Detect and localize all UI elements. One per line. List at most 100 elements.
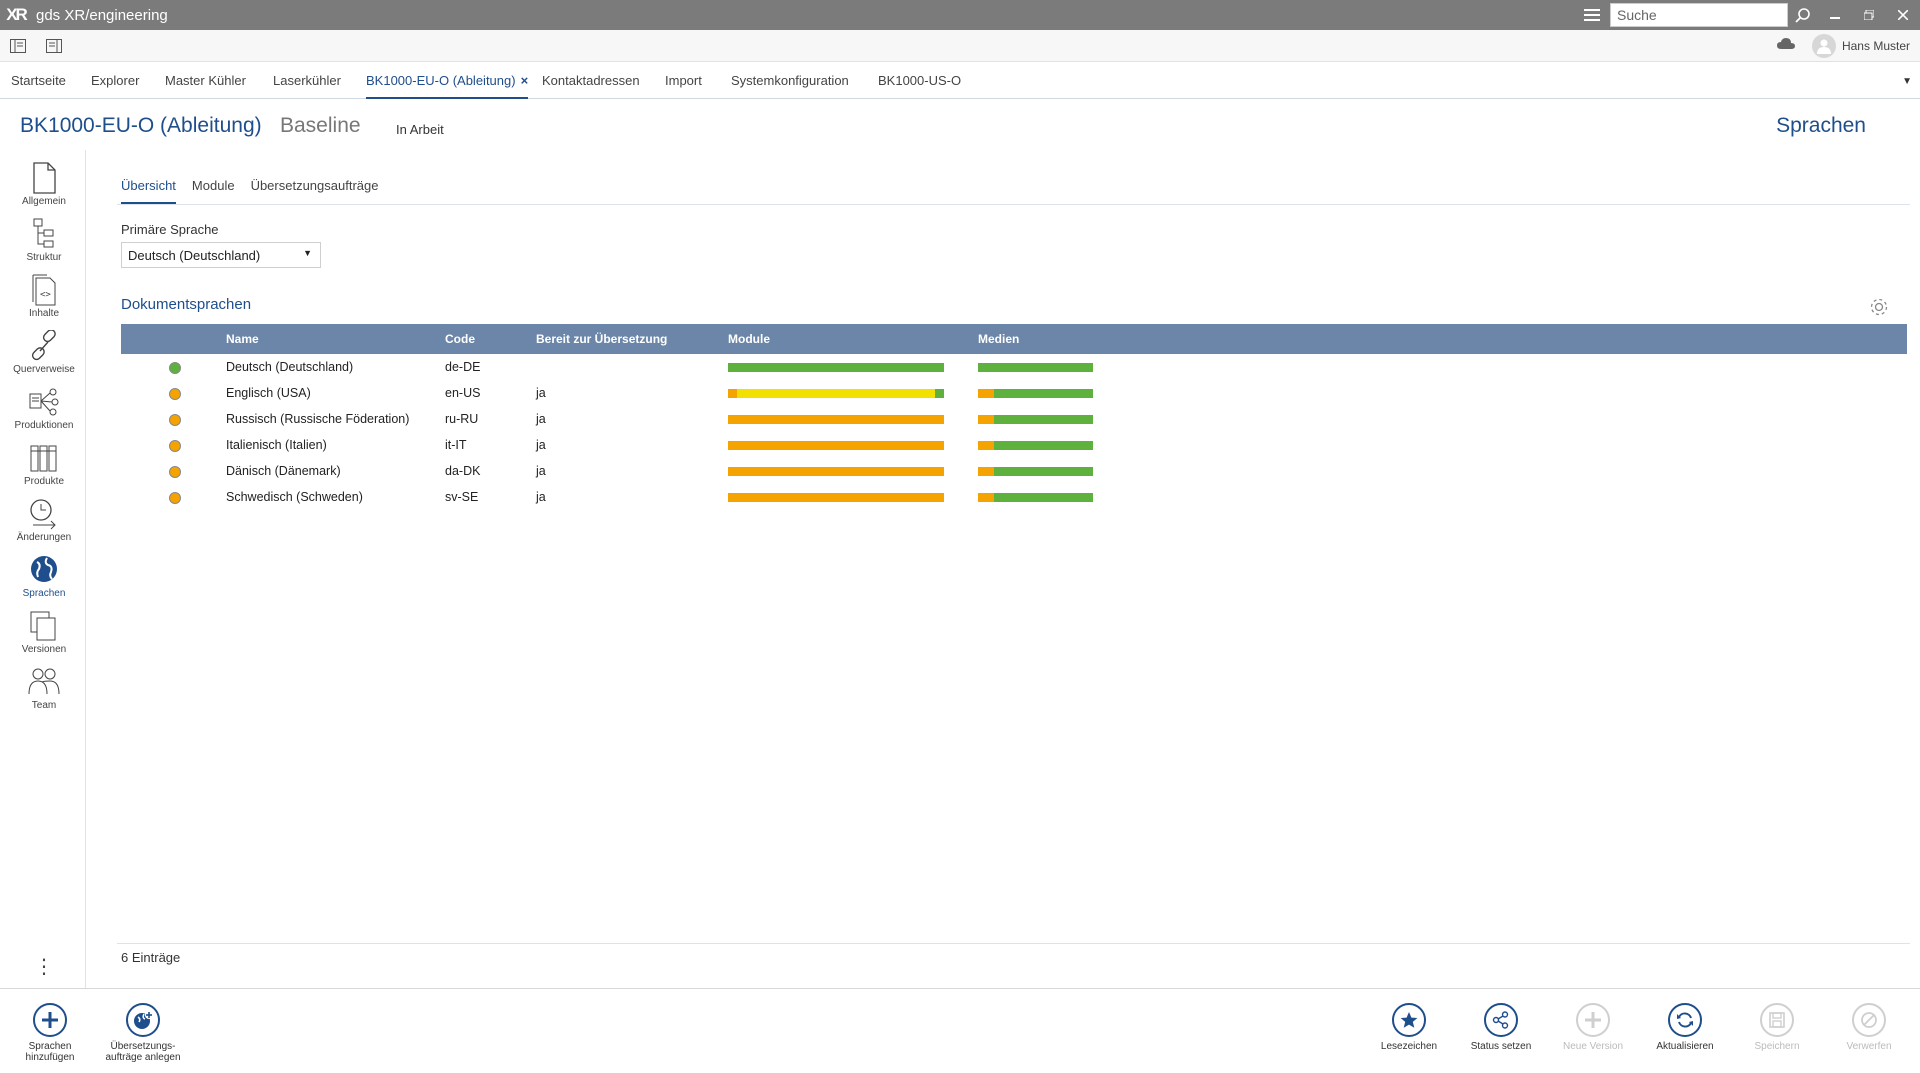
cell-code: da-DK: [445, 464, 481, 478]
table-row[interactable]: Deutsch (Deutschland) de-DE: [121, 354, 1907, 380]
main-content: Übersicht Module Übersetzungsaufträge Pr…: [100, 150, 1910, 988]
column-code[interactable]: Code: [445, 324, 536, 354]
create-translation-jobs-button[interactable]: Übersetzungs- aufträge anlegen: [103, 1003, 183, 1063]
button-label: Speichern: [1754, 1041, 1800, 1052]
tab-bk1000-us-o[interactable]: BK1000-US-O: [878, 63, 961, 99]
nav-produktionen[interactable]: Produktionen: [4, 382, 84, 438]
column-media[interactable]: Medien: [978, 324, 1907, 354]
panel-right-icon[interactable]: [44, 36, 64, 56]
button-label: hinzufügen: [25, 1052, 75, 1063]
tab-startseite[interactable]: Startseite: [11, 63, 66, 99]
cell-media: [978, 380, 1907, 406]
nav-aenderungen[interactable]: Änderungen: [4, 494, 84, 550]
restore-icon[interactable]: [1852, 0, 1886, 30]
primary-language-select[interactable]: Deutsch (Deutschland) ▼: [121, 242, 321, 268]
media-progress-bar: [978, 414, 1093, 424]
subtab-module[interactable]: Module: [192, 178, 235, 204]
left-navigation: Allgemein Struktur <> Inhalte Querverwei…: [4, 150, 86, 988]
cell-ready: ja: [536, 438, 546, 452]
tab-bk1000-eu-o[interactable]: BK1000-EU-O (Ableitung) ×: [366, 63, 529, 99]
cloud-icon[interactable]: [1776, 36, 1796, 56]
app-logo: XR: [6, 5, 28, 24]
entry-count: 6 Einträge: [121, 950, 181, 965]
column-name[interactable]: Name: [226, 324, 445, 354]
action-bar: Sprachen hinzufügen Übersetzungs- aufträ…: [0, 988, 1920, 1073]
nav-team[interactable]: Team: [4, 662, 84, 718]
column-modules[interactable]: Module: [728, 324, 978, 354]
bookmark-button[interactable]: Lesezeichen: [1369, 1003, 1449, 1052]
hamburger-menu-icon[interactable]: [1578, 0, 1606, 30]
progress-segment: [994, 388, 1093, 398]
tab-systemkonfiguration[interactable]: Systemkonfiguration: [731, 63, 849, 99]
tab-master-kuehler[interactable]: Master Kühler: [165, 63, 246, 99]
nav-sprachen[interactable]: Sprachen: [4, 550, 84, 606]
user-name: Hans Muster: [1841, 39, 1910, 53]
star-icon: [1392, 1003, 1426, 1037]
user-menu[interactable]: Hans Muster: [1811, 34, 1910, 58]
progress-segment: [994, 440, 1093, 450]
nav-produkte[interactable]: Produkte: [4, 438, 84, 494]
column-status: [121, 324, 226, 354]
tab-label: Systemkonfiguration: [731, 73, 849, 88]
cell-name: Dänisch (Dänemark): [226, 464, 341, 478]
progress-segment: [978, 466, 995, 476]
save-button[interactable]: Speichern: [1737, 1003, 1817, 1052]
document-icon: [33, 162, 56, 194]
add-icon: [33, 1003, 67, 1037]
discard-button[interactable]: Verwerfen: [1829, 1003, 1909, 1052]
close-icon[interactable]: [1886, 0, 1920, 30]
refresh-button[interactable]: Aktualisieren: [1645, 1003, 1725, 1052]
tab-label: BK1000-EU-O (Ableitung): [366, 73, 516, 88]
subtab-uebersicht[interactable]: Übersicht: [121, 178, 176, 204]
set-status-button[interactable]: Status setzen: [1461, 1003, 1541, 1052]
add-languages-button[interactable]: Sprachen hinzufügen: [10, 1003, 90, 1063]
tab-explorer[interactable]: Explorer: [91, 63, 139, 99]
nav-querverweise[interactable]: Querverweise: [4, 326, 84, 382]
cell-modules: [728, 484, 978, 510]
new-version-button[interactable]: Neue Version: [1553, 1003, 1633, 1052]
panel-left-icon[interactable]: [8, 36, 28, 56]
nav-versionen[interactable]: Versionen: [4, 606, 84, 662]
nav-label: Änderungen: [16, 532, 72, 543]
sub-tabs: Übersicht Module Übersetzungsaufträge: [121, 178, 378, 204]
button-label: Verwerfen: [1846, 1041, 1892, 1052]
nav-inhalte[interactable]: <> Inhalte: [4, 270, 84, 326]
modules-progress-bar: [728, 362, 944, 372]
modules-progress-bar: [728, 466, 944, 476]
page-header: BK1000-EU-O (Ableitung) Baseline In Arbe…: [0, 100, 1920, 150]
title-bar: XR gds XR/engineering Suche: [0, 0, 1920, 30]
cell-media: [978, 484, 1907, 510]
column-ready[interactable]: Bereit zur Übersetzung: [536, 324, 728, 354]
svg-text:<>: <>: [40, 290, 51, 300]
tab-kontaktadressen[interactable]: Kontaktadressen: [542, 63, 640, 99]
table-row[interactable]: Italienisch (Italien) it-IT ja: [121, 432, 1907, 458]
search-icon[interactable]: [1788, 0, 1818, 30]
table-row[interactable]: Russisch (Russische Föderation) ru-RU ja: [121, 406, 1907, 432]
table-row[interactable]: Dänisch (Dänemark) da-DK ja: [121, 458, 1907, 484]
nav-struktur[interactable]: Struktur: [4, 214, 84, 270]
minimize-icon[interactable]: [1818, 0, 1852, 30]
search-input[interactable]: Suche: [1610, 3, 1788, 27]
cell-name: Englisch (USA): [226, 386, 311, 400]
subtab-uebersetzungsauftraege[interactable]: Übersetzungsaufträge: [251, 178, 379, 204]
table-row[interactable]: Englisch (USA) en-US ja: [121, 380, 1907, 406]
cell-ready: ja: [536, 412, 546, 426]
select-value: Deutsch (Deutschland): [128, 248, 261, 263]
status-dot-icon: [169, 361, 181, 374]
gear-icon[interactable]: [1868, 296, 1890, 318]
tab-import[interactable]: Import: [665, 63, 702, 99]
progress-segment: [736, 388, 936, 398]
cell-media: [978, 406, 1907, 432]
tab-close-icon[interactable]: ×: [521, 73, 529, 88]
cell-media: [978, 354, 1907, 380]
nav-label: Team: [31, 700, 57, 711]
status-dot-icon: [169, 491, 181, 504]
media-progress-bar: [978, 388, 1093, 398]
tab-overflow-icon[interactable]: ▼: [1902, 76, 1912, 87]
progress-segment: [728, 440, 944, 450]
tab-laserkuehler[interactable]: Laserkühler: [273, 63, 341, 99]
table-row[interactable]: Schwedisch (Schweden) sv-SE ja: [121, 484, 1907, 510]
more-vertical-icon[interactable]: ⋮: [34, 957, 54, 977]
cell-ready: [536, 354, 728, 380]
nav-allgemein[interactable]: Allgemein: [4, 158, 84, 214]
